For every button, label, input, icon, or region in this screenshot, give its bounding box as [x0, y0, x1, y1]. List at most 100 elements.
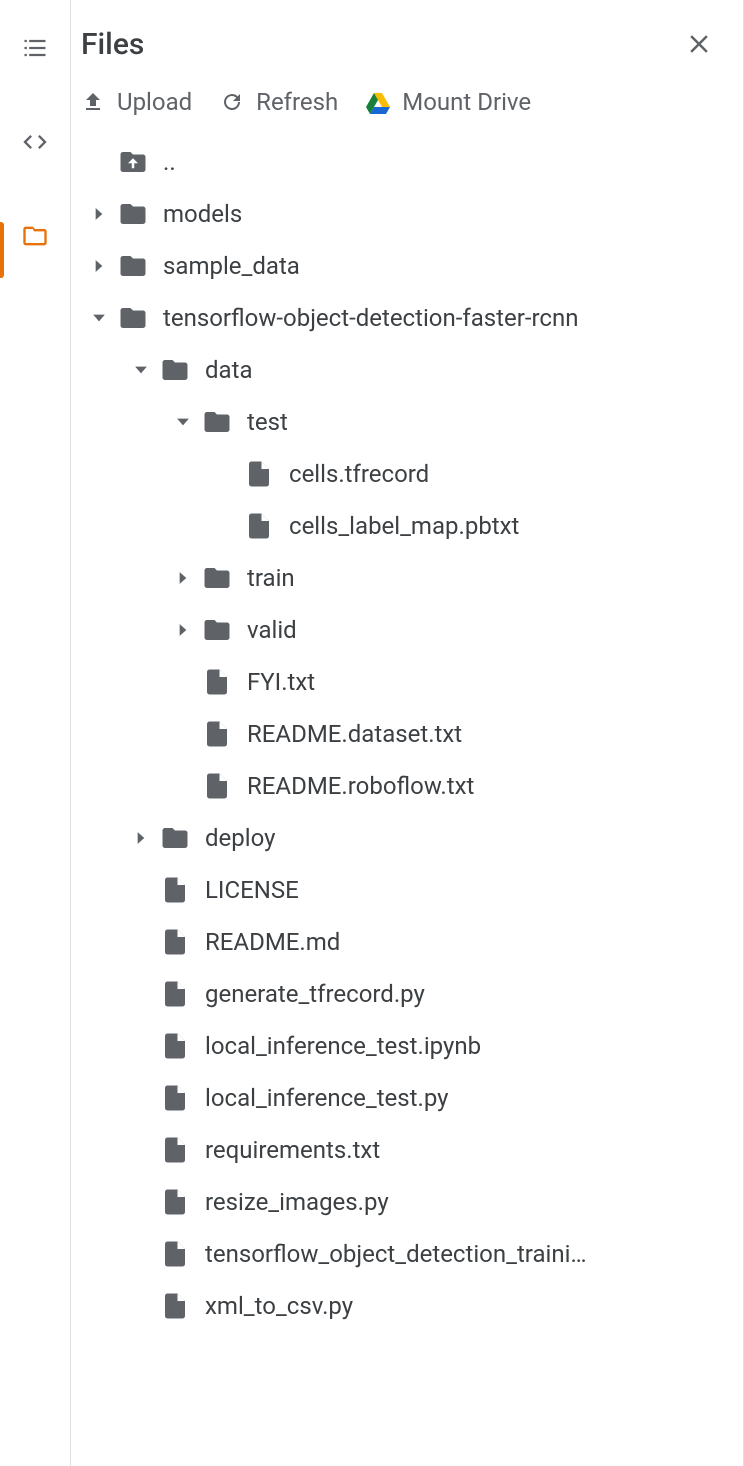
file-item[interactable]: xml_to_csv.py	[71, 1280, 743, 1332]
folder-item[interactable]: deploy	[71, 812, 743, 864]
chevron-right-icon	[131, 828, 151, 848]
item-label: xml_to_csv.py	[205, 1292, 353, 1320]
folder-icon	[159, 822, 191, 854]
file-icon	[159, 1238, 191, 1270]
mount-drive-button[interactable]: Mount Drive	[366, 88, 531, 116]
item-label: README.roboflow.txt	[247, 772, 474, 800]
chevron-down-icon	[89, 308, 109, 328]
file-item[interactable]: generate_tfrecord.py	[71, 968, 743, 1020]
upload-label: Upload	[117, 88, 192, 116]
file-item[interactable]: tensorflow_object_detection_traini…	[71, 1228, 743, 1280]
file-item[interactable]: README.roboflow.txt	[71, 760, 743, 812]
file-item[interactable]: cells.tfrecord	[71, 448, 743, 500]
chevron-right-icon	[173, 568, 193, 588]
chevron-right-icon	[173, 620, 193, 640]
item-label: tensorflow-object-detection-faster-rcnn	[163, 304, 578, 332]
folder-icon	[201, 406, 233, 438]
item-label: README.md	[205, 928, 340, 956]
mount-drive-label: Mount Drive	[402, 88, 531, 116]
chevron-right-icon	[89, 204, 109, 224]
file-item[interactable]: local_inference_test.ipynb	[71, 1020, 743, 1072]
file-item[interactable]: resize_images.py	[71, 1176, 743, 1228]
item-label: tensorflow_object_detection_traini…	[205, 1240, 587, 1268]
item-label: local_inference_test.py	[205, 1084, 449, 1112]
expand-toggle[interactable]	[81, 256, 117, 276]
files-panel: Files Upload Refresh Mount Drive .. model…	[70, 0, 744, 1466]
refresh-button[interactable]: Refresh	[220, 88, 338, 116]
folder-icon	[159, 354, 191, 386]
item-label: deploy	[205, 824, 275, 852]
file-icon	[159, 1290, 191, 1322]
folder-item[interactable]: models	[71, 188, 743, 240]
active-tab-indicator	[0, 222, 4, 278]
folder-icon	[201, 562, 233, 594]
expand-toggle[interactable]	[165, 568, 201, 588]
expand-toggle[interactable]	[165, 412, 201, 432]
expand-toggle[interactable]	[123, 828, 159, 848]
expand-toggle[interactable]	[123, 360, 159, 380]
chevron-right-icon	[89, 256, 109, 276]
file-item[interactable]: README.dataset.txt	[71, 708, 743, 760]
item-label: sample_data	[163, 252, 300, 280]
item-label: models	[163, 200, 242, 228]
item-label: FYI.txt	[247, 668, 315, 696]
folder-item[interactable]: test	[71, 396, 743, 448]
file-icon	[159, 1186, 191, 1218]
file-item[interactable]: requirements.txt	[71, 1124, 743, 1176]
file-item[interactable]: cells_label_map.pbtxt	[71, 500, 743, 552]
item-label: resize_images.py	[205, 1188, 389, 1216]
close-icon	[684, 29, 714, 59]
expand-toggle[interactable]	[165, 620, 201, 640]
item-label: LICENSE	[205, 876, 299, 904]
folder-icon	[117, 302, 149, 334]
file-icon	[201, 666, 233, 698]
files-tab[interactable]	[15, 216, 55, 256]
parent-dir-item[interactable]: ..	[71, 136, 743, 188]
file-item[interactable]: LICENSE	[71, 864, 743, 916]
folder-item[interactable]: train	[71, 552, 743, 604]
file-item[interactable]: FYI.txt	[71, 656, 743, 708]
folder-icon	[201, 614, 233, 646]
upload-icon	[81, 90, 105, 114]
file-icon	[201, 770, 233, 802]
item-label: cells_label_map.pbtxt	[289, 512, 519, 540]
expand-toggle[interactable]	[81, 204, 117, 224]
toc-tab[interactable]	[15, 28, 55, 68]
file-icon	[159, 874, 191, 906]
expand-toggle[interactable]	[81, 308, 117, 328]
drive-icon	[366, 90, 390, 114]
folder-item[interactable]: data	[71, 344, 743, 396]
file-icon	[159, 978, 191, 1010]
file-icon	[159, 926, 191, 958]
file-icon	[159, 1134, 191, 1166]
upload-button[interactable]: Upload	[81, 88, 192, 116]
file-icon	[243, 458, 275, 490]
item-label: requirements.txt	[205, 1136, 380, 1164]
folder-item[interactable]: valid	[71, 604, 743, 656]
folder-up-icon	[117, 146, 149, 178]
file-item[interactable]: README.md	[71, 916, 743, 968]
file-icon	[201, 718, 233, 750]
file-icon	[243, 510, 275, 542]
files-toolbar: Upload Refresh Mount Drive	[71, 74, 743, 132]
panel-title: Files	[81, 27, 679, 62]
chevron-down-icon	[173, 412, 193, 432]
code-snippets-tab[interactable]	[15, 122, 55, 162]
close-panel-button[interactable]	[679, 24, 719, 64]
refresh-icon	[220, 90, 244, 114]
item-label: local_inference_test.ipynb	[205, 1032, 481, 1060]
folder-item[interactable]: tensorflow-object-detection-faster-rcnn	[71, 292, 743, 344]
file-tree: .. models sample_data tensorflow-object-det…	[71, 132, 743, 1466]
file-item[interactable]: local_inference_test.py	[71, 1072, 743, 1124]
file-icon	[159, 1082, 191, 1114]
item-label: README.dataset.txt	[247, 720, 462, 748]
item-label: valid	[247, 616, 297, 644]
folder-item[interactable]: sample_data	[71, 240, 743, 292]
refresh-label: Refresh	[256, 88, 338, 116]
item-label: train	[247, 564, 295, 592]
folder-icon	[117, 198, 149, 230]
panel-header: Files	[71, 0, 743, 74]
file-icon	[159, 1030, 191, 1062]
item-label: data	[205, 356, 253, 384]
item-label: cells.tfrecord	[289, 460, 429, 488]
